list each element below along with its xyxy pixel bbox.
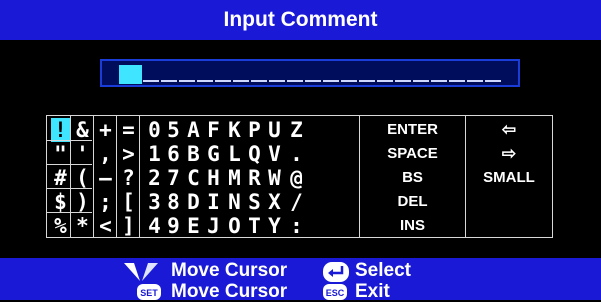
key-0-9[interactable]: P — [245, 118, 264, 142]
key-4-11[interactable]: : — [287, 214, 306, 238]
key-1-2[interactable]: , — [96, 142, 115, 166]
grid-divider — [116, 116, 117, 237]
key-0-1[interactable]: & — [73, 118, 92, 142]
esc-key-icon: ESC — [323, 284, 347, 300]
character-grid: ! & + = 0 5 A F K P U Z " ', >1 6 B G L Q V. #(—? 2 7 C H M R W @ $);[… — [47, 116, 359, 238]
esc-key-label: ESC — [326, 288, 345, 298]
key-ins[interactable]: INS — [360, 214, 465, 238]
key-2-5[interactable]: 7 — [164, 166, 183, 190]
command-column: ENTER SPACE BS DEL INS — [360, 116, 465, 237]
key-1-5[interactable]: 6 — [164, 142, 183, 166]
key-4-1[interactable]: * — [73, 214, 92, 238]
key-0-4[interactable]: 0 — [145, 118, 164, 142]
key-2-4[interactable]: 2 — [145, 166, 164, 190]
hint-exit: Exit — [355, 281, 390, 302]
key-0-7[interactable]: F — [204, 118, 223, 142]
key-3-7[interactable]: I — [204, 190, 223, 214]
hint-move-cursor-2: Move Cursor — [171, 281, 288, 302]
key-1-10[interactable]: V — [265, 142, 284, 166]
key-3-5[interactable]: 8 — [164, 190, 183, 214]
right-arrow-icon[interactable]: ⇨ — [466, 142, 552, 166]
key-2-1[interactable]: ( — [73, 166, 92, 190]
comment-input-field[interactable] — [100, 59, 520, 87]
hint-select: Select — [355, 260, 411, 281]
hint-move-cursor: Move Cursor — [171, 260, 288, 281]
key-0-6[interactable]: A — [184, 118, 203, 142]
key-del[interactable]: DEL — [360, 190, 465, 214]
key-0-0[interactable]: ! — [51, 118, 70, 142]
key-0-8[interactable]: K — [225, 118, 244, 142]
title-bar: Input Comment — [0, 0, 601, 40]
key-4-0[interactable]: % — [51, 214, 70, 238]
key-1-9[interactable]: Q — [245, 142, 264, 166]
key-1-11[interactable]: . — [287, 142, 306, 166]
key-4-10[interactable]: Y — [265, 214, 284, 238]
key-2-2[interactable]: — — [96, 166, 115, 190]
key-4-3[interactable]: ] — [119, 214, 138, 238]
key-1-3[interactable]: > — [119, 142, 138, 166]
key-2-8[interactable]: M — [225, 166, 244, 190]
key-3-2[interactable]: ; — [96, 190, 115, 214]
key-0-5[interactable]: 5 — [164, 118, 183, 142]
grid-divider — [139, 116, 140, 237]
up-down-arrows-icon — [124, 263, 158, 281]
key-1-1[interactable]: ' — [73, 142, 92, 166]
key-4-9[interactable]: T — [245, 214, 264, 238]
grid-row-divider — [47, 188, 92, 189]
key-bs[interactable]: BS — [360, 166, 465, 190]
key-1-0[interactable]: " — [51, 142, 70, 166]
key-1-8[interactable]: L — [225, 142, 244, 166]
key-4-8[interactable]: O — [225, 214, 244, 238]
grid-row-divider — [47, 212, 92, 213]
enter-icon — [323, 262, 349, 282]
key-2-0[interactable]: # — [51, 166, 70, 190]
key-1-7[interactable]: G — [204, 142, 223, 166]
footer-hints: Move Cursor Select SET Move Cursor ESC E… — [0, 258, 601, 302]
key-1-6[interactable]: B — [184, 142, 203, 166]
key-0-11[interactable]: Z — [287, 118, 306, 142]
key-space[interactable]: SPACE — [360, 142, 465, 166]
key-2-7[interactable]: H — [204, 166, 223, 190]
key-4-5[interactable]: 9 — [164, 214, 183, 238]
key-2-10[interactable]: W — [265, 166, 284, 190]
key-3-1[interactable]: ) — [73, 190, 92, 214]
key-4-2[interactable]: < — [96, 214, 115, 238]
text-cursor — [119, 65, 142, 84]
page-title: Input Comment — [223, 8, 378, 31]
key-enter[interactable]: ENTER — [360, 118, 465, 142]
key-small[interactable]: SMALL — [466, 166, 552, 190]
key-2-11[interactable]: @ — [287, 166, 306, 190]
key-0-3[interactable]: = — [119, 118, 138, 142]
key-3-3[interactable]: [ — [119, 190, 138, 214]
key-3-11[interactable]: / — [287, 190, 306, 214]
key-0-2[interactable]: + — [96, 118, 115, 142]
key-4-6[interactable]: E — [184, 214, 203, 238]
key-4-4[interactable]: 4 — [145, 214, 164, 238]
key-3-4[interactable]: 3 — [145, 190, 164, 214]
grid-divider — [93, 116, 94, 237]
key-4-7[interactable]: J — [204, 214, 223, 238]
key-2-9[interactable]: R — [245, 166, 264, 190]
input-underscores — [142, 64, 502, 82]
grid-divider — [70, 116, 71, 237]
key-1-4[interactable]: 1 — [145, 142, 164, 166]
key-3-6[interactable]: D — [184, 190, 203, 214]
key-3-9[interactable]: S — [245, 190, 264, 214]
key-0-10[interactable]: U — [265, 118, 284, 142]
nav-column: ⇦ ⇨ SMALL — [466, 116, 552, 237]
set-key-label: SET — [140, 288, 158, 298]
key-3-8[interactable]: N — [225, 190, 244, 214]
grid-row-divider — [47, 164, 92, 165]
key-2-6[interactable]: C — [184, 166, 203, 190]
key-3-10[interactable]: X — [265, 190, 284, 214]
on-screen-keyboard: ! & + = 0 5 A F K P U Z " ', >1 6 B G L Q V. #(—? 2 7 C H M R W @ $);[… — [46, 115, 553, 238]
left-arrow-icon[interactable]: ⇦ — [466, 118, 552, 142]
key-2-3[interactable]: ? — [119, 166, 138, 190]
key-3-0[interactable]: $ — [51, 190, 70, 214]
grid-row-divider — [47, 140, 92, 141]
set-key-icon: SET — [137, 284, 161, 300]
